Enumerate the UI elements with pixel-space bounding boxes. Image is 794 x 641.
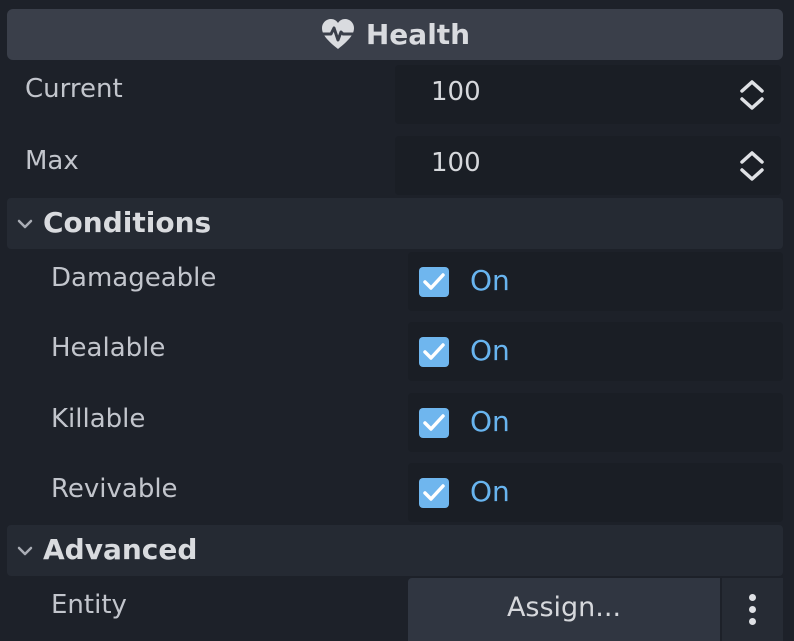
more-options-button[interactable] <box>722 578 783 641</box>
property-revivable: Revivable On <box>0 463 794 525</box>
damageable-state[interactable]: On <box>470 264 510 297</box>
killable-state[interactable]: On <box>470 405 510 438</box>
damageable-checkbox[interactable]: On <box>408 252 783 311</box>
current-label: Current <box>25 74 123 104</box>
up-down-arrows-icon[interactable] <box>739 150 765 182</box>
property-damageable: Damageable On <box>0 252 794 314</box>
up-down-arrows-icon[interactable] <box>739 79 765 111</box>
damageable-label: Damageable <box>51 263 217 293</box>
current-value[interactable]: 100 <box>431 77 481 107</box>
chevron-down-icon[interactable] <box>17 545 33 557</box>
entity-label: Entity <box>51 590 127 620</box>
healable-label: Healable <box>51 333 166 363</box>
current-spinbox[interactable]: 100 <box>395 65 781 124</box>
assign-button[interactable]: Assign... <box>408 578 720 641</box>
max-label: Max <box>25 146 79 176</box>
section-advanced[interactable]: Advanced <box>7 525 783 576</box>
healable-state[interactable]: On <box>470 334 510 367</box>
inspector-header: Health <box>7 9 783 60</box>
heart-pulse-icon <box>321 18 355 49</box>
checkbox-checked-icon[interactable] <box>419 337 449 367</box>
property-max: Max 100 <box>0 136 794 198</box>
max-value[interactable]: 100 <box>431 148 481 178</box>
property-healable: Healable On <box>0 322 794 384</box>
revivable-label: Revivable <box>51 474 178 504</box>
section-advanced-title: Advanced <box>43 533 198 566</box>
chevron-down-icon[interactable] <box>17 218 33 230</box>
max-spinbox[interactable]: 100 <box>395 136 781 195</box>
header-title: Health <box>365 18 471 51</box>
property-current: Current 100 <box>0 64 794 126</box>
checkbox-checked-icon[interactable] <box>419 408 449 438</box>
assign-button-label[interactable]: Assign... <box>408 592 720 623</box>
revivable-checkbox[interactable]: On <box>408 463 783 522</box>
section-conditions-title: Conditions <box>43 206 212 239</box>
killable-checkbox[interactable]: On <box>408 393 783 452</box>
section-conditions[interactable]: Conditions <box>7 198 783 249</box>
revivable-state[interactable]: On <box>470 475 510 508</box>
property-killable: Killable On <box>0 393 794 455</box>
healable-checkbox[interactable]: On <box>408 322 783 381</box>
killable-label: Killable <box>51 404 146 434</box>
checkbox-checked-icon[interactable] <box>419 267 449 297</box>
checkbox-checked-icon[interactable] <box>419 478 449 508</box>
